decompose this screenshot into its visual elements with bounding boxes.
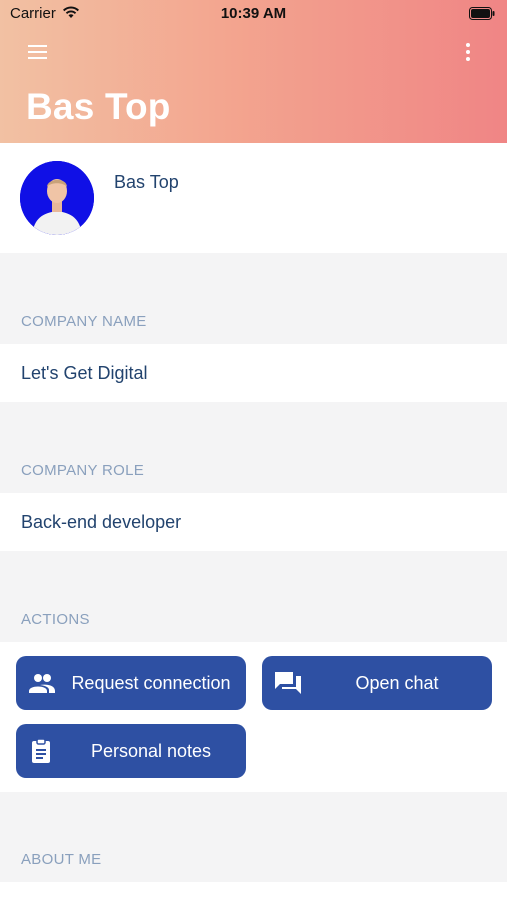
company-name-row: Let's Get Digital — [0, 344, 507, 402]
profile-name: Bas Top — [114, 172, 179, 192]
company-name-label: COMPANY NAME — [21, 313, 147, 330]
request-connection-button[interactable]: Request connection — [16, 656, 246, 710]
about-me-content — [0, 882, 507, 900]
hamburger-menu-icon[interactable] — [27, 43, 49, 61]
battery-icon — [469, 7, 495, 20]
profile-card: Bas Top — [0, 143, 507, 253]
app-header: Carrier 10:39 AM Bas Top — [0, 0, 507, 143]
status-time: 10:39 AM — [220, 5, 287, 22]
open-chat-label: Open chat — [355, 672, 439, 693]
page-title: Bas Top — [26, 86, 171, 127]
chat-icon — [275, 672, 301, 694]
open-chat-button[interactable]: Open chat — [262, 656, 492, 710]
personal-notes-label: Personal notes — [90, 740, 212, 761]
clipboard-icon — [32, 738, 50, 763]
actions-panel: Request connection Open chat Personal no… — [0, 642, 507, 792]
company-name-value: Let's Get Digital — [21, 363, 148, 383]
personal-notes-button[interactable]: Personal notes — [16, 724, 246, 778]
actions-label: ACTIONS — [21, 611, 90, 628]
company-role-value: Back-end developer — [21, 512, 182, 532]
vertical-dots-icon[interactable] — [460, 42, 476, 62]
person-photo-icon — [20, 161, 94, 235]
request-connection-label: Request connection — [71, 672, 231, 693]
people-icon — [29, 674, 55, 693]
status-bar: Carrier 10:39 AM — [0, 0, 507, 28]
company-role-row: Back-end developer — [0, 493, 507, 551]
about-me-label: ABOUT ME — [21, 851, 102, 868]
company-role-label: COMPANY ROLE — [21, 462, 145, 479]
avatar[interactable] — [20, 161, 94, 235]
